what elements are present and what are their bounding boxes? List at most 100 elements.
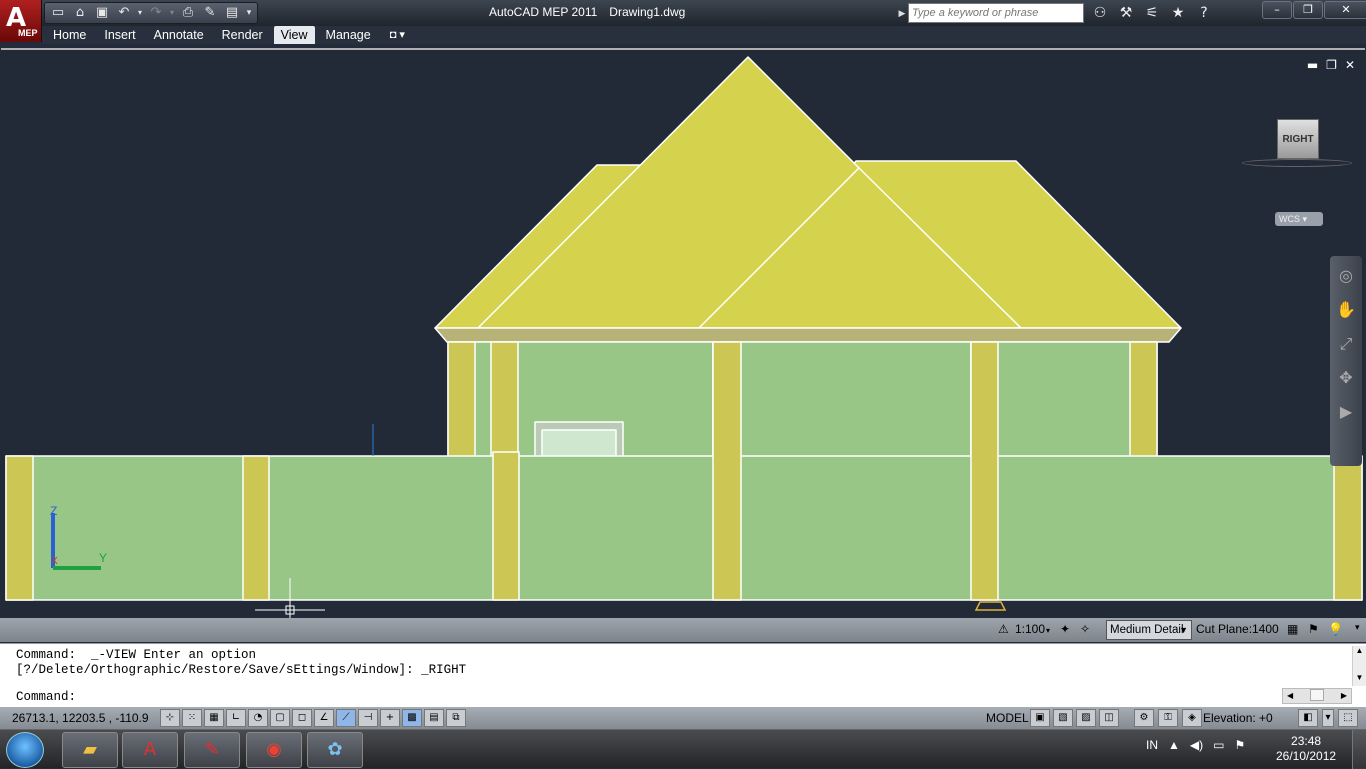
zoom-icon[interactable]: ⤢ (1334, 332, 1358, 356)
communication-center-icon[interactable]: ⚟ (1142, 3, 1162, 23)
object-snap-tracking-icon[interactable]: ∠ (314, 709, 334, 727)
network-icon[interactable]: ▭ (1213, 738, 1224, 752)
paint-icon[interactable]: ✿ (307, 732, 363, 768)
autocad-taskbar-icon[interactable]: A (122, 732, 178, 768)
infer-constraints-icon[interactable]: ⊹ (160, 709, 180, 727)
publish-icon[interactable]: ✎ (200, 4, 220, 22)
status-menu-icon[interactable]: ▾ (1355, 622, 1360, 633)
show-desktop-button[interactable] (1352, 730, 1366, 769)
chrome-icon[interactable]: ◉ (246, 732, 302, 768)
cut-plane-value[interactable]: 1400 (1252, 622, 1279, 636)
display-configuration-dropdown[interactable]: Medium Detail ▼ (1106, 620, 1192, 640)
model-space-toggle[interactable]: MODEL (986, 711, 1029, 725)
subscription-center-icon[interactable]: ⚒ (1116, 3, 1136, 23)
steering-wheel-icon[interactable]: ◎ (1334, 264, 1358, 288)
tray-expand-icon[interactable]: ▲ (1168, 738, 1180, 752)
minimize-button[interactable]: – (1262, 1, 1292, 19)
save-icon[interactable]: ▣ (92, 4, 112, 22)
start-button[interactable] (6, 732, 44, 768)
ortho-mode-icon[interactable]: ∟ (226, 709, 246, 727)
action-center-icon[interactable]: ⚑ (1234, 738, 1245, 752)
layout1-icon[interactable]: ▧ (1053, 709, 1073, 727)
showmotion-icon[interactable]: ▶ (1334, 400, 1358, 424)
model-layout-icon[interactable]: ▣ (1030, 709, 1050, 727)
wcs-label: WCS (1279, 214, 1300, 224)
quick-view-layouts-icon[interactable]: ▨ (1076, 709, 1096, 727)
project-navigator-icon[interactable]: ▤ (222, 4, 242, 22)
object-snap-icon[interactable]: ▢ (270, 709, 290, 727)
elevation-display[interactable]: Elevation: +0 (1203, 711, 1273, 725)
polar-tracking-icon[interactable]: ◔ (248, 709, 268, 727)
scale-dropdown-icon[interactable]: ▾ (1046, 626, 1050, 635)
file-explorer-icon[interactable]: ▰ (62, 732, 118, 768)
command-prompt[interactable]: Command: (16, 690, 76, 704)
search-expand-icon[interactable]: ▶ (896, 2, 908, 24)
annotation-scale-icon[interactable]: ⚠ (998, 622, 1009, 636)
status-bar-menu-icon[interactable]: ▾ (1322, 709, 1334, 727)
surface-hatch-icon[interactable]: ▦ (1287, 622, 1298, 636)
restore-button[interactable]: ❐ (1293, 1, 1323, 19)
tab-annotate[interactable]: Annotate (147, 26, 211, 44)
auto-scale-icon[interactable]: ✧ (1080, 622, 1090, 636)
lineweight-icon[interactable]: + (380, 709, 400, 727)
volume-icon[interactable]: ◀) (1190, 738, 1203, 752)
viewport-close-icon[interactable]: ✕ (1345, 58, 1355, 72)
adobe-reader-icon[interactable]: ✎ (184, 732, 240, 768)
orbit-icon[interactable]: ✥ (1334, 366, 1358, 390)
command-line-window: Command: _-VIEW Enter an option [?/Delete… (0, 643, 1366, 707)
tab-insert[interactable]: Insert (97, 26, 142, 44)
tab-view[interactable]: View (273, 26, 315, 44)
elevation-value: +0 (1259, 711, 1273, 725)
command-horizontal-scrollbar[interactable]: ◀ ▶ (1282, 688, 1352, 704)
quick-properties-icon[interactable]: ▤ (424, 709, 444, 727)
tab-render[interactable]: Render (215, 26, 270, 44)
redo-dropdown-icon[interactable]: ▾ (168, 4, 176, 22)
viewcube[interactable]: RIGHT (1277, 119, 1319, 159)
favorites-star-icon[interactable]: ★ (1168, 3, 1188, 23)
quick-view-drawings-icon[interactable]: ◫ (1099, 709, 1119, 727)
command-history-line: Command: _-VIEW Enter an option (16, 648, 257, 662)
dynamic-ucs-icon[interactable]: ⟋ (336, 709, 356, 727)
undo-icon[interactable]: ↶ (114, 4, 134, 22)
snap-mode-icon[interactable]: ⁙ (182, 709, 202, 727)
close-button[interactable]: ✕ (1324, 1, 1366, 19)
dynamic-input-icon[interactable]: ⊣ (358, 709, 378, 727)
tab-home[interactable]: Home (46, 26, 93, 44)
system-clock[interactable]: 23:48 26/10/2012 (1276, 734, 1336, 764)
transparency-icon[interactable]: ▩ (402, 709, 422, 727)
search-input[interactable] (908, 3, 1084, 23)
help-icon[interactable]: ? (1194, 3, 1214, 23)
open-file-icon[interactable]: ⌂ (70, 4, 90, 22)
ribbon-minimize-icon[interactable]: ◘ ▾ (390, 26, 405, 44)
plot-icon[interactable]: ⎙ (178, 4, 198, 22)
layout-buttons: ▣ ▧ ▨ ◫ (1030, 709, 1119, 727)
layer-key-icon[interactable]: ⚑ (1308, 622, 1319, 636)
workspace-switching-gear-icon[interactable]: ⚙ (1134, 709, 1154, 727)
isolate-objects-icon[interactable]: ◧ (1298, 709, 1318, 727)
drawing-viewport[interactable]: Z Y X ▬ ❐ ✕ RIGHT WCS ▾ ◎ ✋ ⤢ ✥ ▶ (1, 48, 1365, 618)
selection-cycling-icon[interactable]: ⧉ (446, 709, 466, 727)
grid-display-icon[interactable]: ▦ (204, 709, 224, 727)
annotation-scale[interactable]: 1:100 (1015, 622, 1045, 636)
viewport-restore-icon[interactable]: ❐ (1326, 58, 1337, 72)
annotation-visibility-icon[interactable]: ✦ (1060, 622, 1070, 636)
application-menu-button[interactable]: A MEP (0, 0, 42, 42)
coordinate-display[interactable]: 26713.1, 12203.5 , -110.9 (12, 711, 149, 725)
tab-manage[interactable]: Manage (319, 26, 378, 44)
language-indicator[interactable]: IN (1146, 738, 1158, 752)
hardware-acceleration-icon[interactable]: ◈ (1182, 709, 1202, 727)
qat-customize-icon[interactable]: ▾ (244, 4, 254, 22)
command-vertical-scrollbar[interactable]: ▲ ▼ (1352, 646, 1366, 686)
new-file-icon[interactable]: ▭ (48, 4, 68, 22)
light-bulb-icon[interactable]: 💡 (1328, 622, 1343, 636)
3d-object-snap-icon[interactable]: ◻ (292, 709, 312, 727)
viewport-minimize-icon[interactable]: ▬ (1307, 58, 1318, 72)
pan-hand-icon[interactable]: ✋ (1334, 298, 1358, 322)
wcs-menu[interactable]: WCS ▾ (1275, 212, 1323, 226)
clean-screen-icon[interactable]: ⬚ (1338, 709, 1358, 727)
binoculars-icon[interactable]: ⚇ (1090, 3, 1110, 23)
toolbar-lock-icon[interactable]: ⚿ (1158, 709, 1178, 727)
redo-icon[interactable]: ↷ (146, 4, 166, 22)
undo-dropdown-icon[interactable]: ▾ (136, 4, 144, 22)
viewcube-compass-ring[interactable] (1242, 159, 1352, 167)
